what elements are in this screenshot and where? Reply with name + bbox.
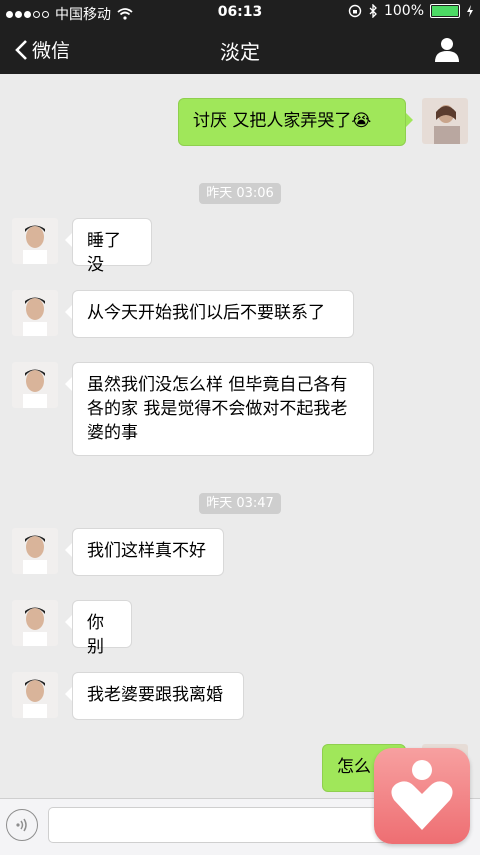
status-bar: 中国移动 06:13 100% [0, 0, 480, 24]
timestamp: 昨天 03:47 [0, 492, 480, 514]
voice-button[interactable] [6, 809, 38, 841]
message-bubble-self[interactable]: 讨厌 又把人家弄哭了😭 [178, 98, 413, 146]
message-input[interactable] [48, 807, 388, 843]
contact-avatar[interactable] [12, 290, 58, 336]
timestamp: 昨天 03:06 [0, 182, 480, 204]
contact-avatar[interactable] [12, 672, 58, 718]
message-bubble-contact[interactable]: 睡了没 [65, 218, 152, 275]
message-bubble-contact[interactable]: 你别 [65, 600, 132, 657]
message-bubble-contact[interactable]: 从今天开始我们以后不要联系了 [65, 290, 354, 338]
message-bubble-contact[interactable]: 我们这样真不好 [65, 528, 224, 576]
nav-bar: 微信 淡定 [0, 24, 480, 74]
status-right: 100% [348, 3, 474, 19]
chat-area[interactable]: 讨厌 又把人家弄哭了😭 昨天 03:06 睡了没 从今天开始我们以后不要联系了 … [0, 74, 480, 798]
message-bubble-contact[interactable]: 我老婆要跟我离婚 [65, 672, 244, 720]
contact-avatar[interactable] [12, 528, 58, 574]
heart-logo-icon [374, 748, 470, 844]
person-icon[interactable] [434, 36, 460, 62]
charging-icon [467, 5, 473, 17]
rotation-lock-icon [348, 4, 362, 18]
battery-icon [430, 4, 460, 18]
battery-percent: 100% [383, 3, 424, 19]
chat-title: 淡定 [220, 40, 260, 64]
self-avatar[interactable] [422, 98, 468, 144]
voice-icon [16, 818, 27, 832]
bluetooth-icon [369, 4, 377, 18]
contact-avatar[interactable] [12, 362, 58, 408]
message-bubble-contact[interactable]: 虽然我们没怎么样 但毕竟自己各有各的家 我是觉得不会做对不起我老婆的事 [65, 362, 374, 456]
contact-avatar[interactable] [12, 600, 58, 646]
contact-avatar[interactable] [12, 218, 58, 264]
